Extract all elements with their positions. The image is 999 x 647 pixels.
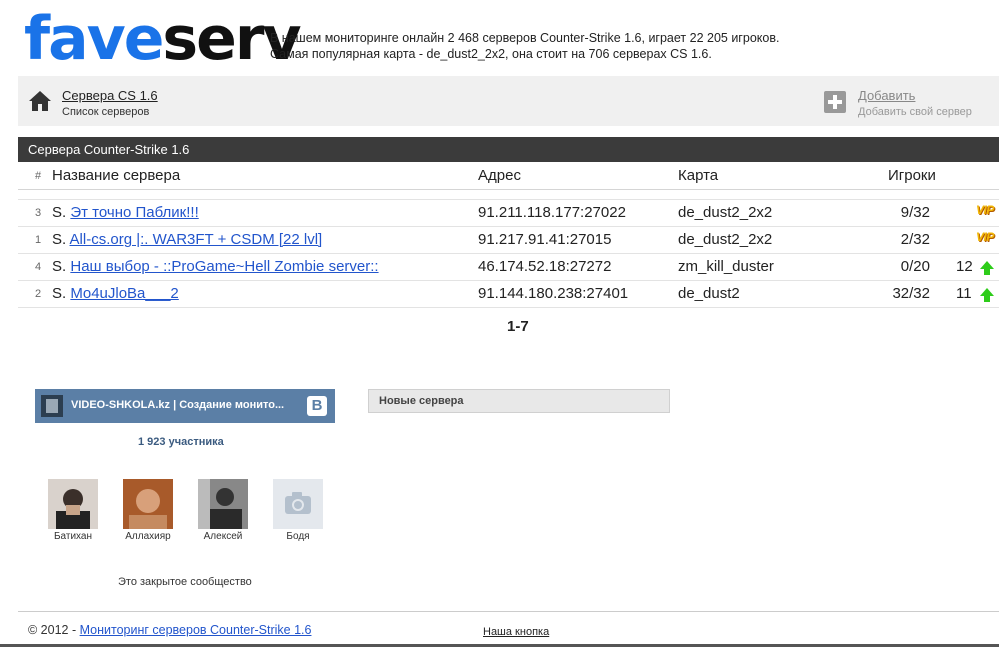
vk-logo-icon[interactable]: В — [307, 396, 327, 416]
server-name: S. All-cs.org |:. WAR3FT + CSDM [22 lvl] — [52, 231, 322, 248]
vk-widget-header[interactable]: VIDEO-SHKOLA.kz | Создание монито... В — [35, 389, 335, 423]
breadcrumb-bar: Сервера CS 1.6 Список серверов Добавить … — [18, 76, 999, 126]
avatar-name[interactable]: Батихан — [38, 531, 108, 542]
vk-group-name[interactable]: VIDEO-SHKOLA.kz | Создание монито... — [71, 399, 284, 411]
new-servers-title: Новые сервера — [379, 395, 464, 407]
table-header: # Название сервера Адрес Карта Игроки — [18, 163, 999, 190]
server-link[interactable]: Эт точно Паблик!!! — [70, 204, 198, 221]
server-address: 91.217.91.41:27015 — [478, 231, 612, 248]
add-server-link[interactable]: Добавить — [858, 88, 915, 103]
section-header: Сервера Counter-Strike 1.6 — [18, 137, 999, 162]
server-prefix: S. — [52, 258, 67, 275]
logo-fave: fave — [24, 4, 164, 74]
group-thumbnail — [41, 395, 63, 417]
add-server-block: Добавить Добавить свой сервер — [858, 87, 972, 118]
col-num: # — [35, 170, 42, 182]
row-num: 1 — [35, 234, 42, 246]
server-prefix: S. — [52, 204, 67, 221]
vip-badge: VIP — [976, 230, 994, 244]
breadcrumb-link-cs16[interactable]: Сервера CS 1.6 — [62, 88, 158, 103]
stats-summary: В нашем мониторинге онлайн 2 468 серверо… — [270, 30, 779, 62]
server-link[interactable]: Наш выбор - ::ProGame~Hell Zombie server… — [70, 258, 378, 275]
table-row: 3 S. Эт точно Паблик!!! 91.211.118.177:2… — [18, 199, 999, 226]
avatar[interactable] — [198, 479, 248, 529]
camera-icon[interactable] — [273, 479, 323, 529]
rank-change: 11 — [956, 285, 972, 302]
footer-divider — [18, 611, 999, 612]
section-title: Сервера Counter-Strike 1.6 — [28, 142, 190, 157]
server-players: 2/32 — [900, 231, 930, 248]
server-players: 9/32 — [900, 204, 930, 221]
copyright-link[interactable]: Мониторинг серверов Counter-Strike 1.6 — [80, 623, 312, 637]
server-prefix: S. — [52, 231, 67, 248]
server-name: S. Эт точно Паблик!!! — [52, 204, 199, 221]
table-row: 1 S. All-cs.org |:. WAR3FT + CSDM [22 lv… — [18, 226, 999, 253]
server-name: S. Наш выбор - ::ProGame~Hell Zombie ser… — [52, 258, 379, 275]
avatar-name[interactable]: Алексей — [188, 531, 258, 542]
add-server-subtitle: Добавить свой сервер — [858, 106, 972, 118]
server-map: zm_kill_duster — [678, 258, 774, 275]
our-button-link[interactable]: Наша кнопка — [483, 626, 549, 638]
col-map[interactable]: Карта — [678, 167, 718, 184]
table-row: 4 S. Наш выбор - ::ProGame~Hell Zombie s… — [18, 253, 999, 280]
plus-icon[interactable] — [824, 91, 846, 113]
site-logo[interactable]: faveserv — [24, 4, 302, 74]
server-map: de_dust2 — [678, 285, 740, 302]
col-name[interactable]: Название сервера — [52, 167, 180, 184]
footer-copyright: © 2012 - Мониторинг серверов Counter-Str… — [28, 623, 311, 637]
server-address: 91.144.180.238:27401 — [478, 285, 629, 302]
server-map: de_dust2_2x2 — [678, 231, 773, 248]
server-address: 46.174.52.18:27272 — [478, 258, 612, 275]
server-players: 0/20 — [900, 258, 930, 275]
avatar-name[interactable]: Бодя — [263, 531, 333, 542]
server-name: S. Mo4uJloBa___2 — [52, 285, 179, 302]
server-prefix: S. — [52, 285, 67, 302]
pagination[interactable]: 1-7 — [507, 318, 529, 335]
breadcrumb-subtitle: Список серверов — [62, 106, 150, 118]
avatar-name[interactable]: Аллахияр — [113, 531, 183, 542]
new-servers-panel: Новые сервера — [368, 389, 670, 413]
breadcrumb: Сервера CS 1.6 Список серверов — [62, 87, 158, 118]
row-num: 2 — [35, 288, 42, 300]
home-icon[interactable] — [28, 89, 52, 113]
rank-change: 12 — [956, 258, 973, 275]
stats-line-1: В нашем мониторинге онлайн 2 468 серверо… — [270, 31, 780, 45]
server-address: 91.211.118.177:27022 — [478, 204, 626, 221]
server-map: de_dust2_2x2 — [678, 204, 773, 221]
server-players: 32/32 — [892, 285, 930, 302]
table-row: 2 S. Mo4uJloBa___2 91.144.180.238:27401 … — [18, 280, 999, 307]
table-bottom-border — [18, 307, 999, 308]
row-num: 4 — [35, 261, 42, 273]
col-players[interactable]: Игроки — [888, 167, 936, 184]
copyright-text: © 2012 - — [28, 623, 80, 637]
avatar[interactable] — [123, 479, 173, 529]
row-num: 3 — [35, 207, 42, 219]
avatar[interactable] — [48, 479, 98, 529]
col-address[interactable]: Адрес — [478, 167, 521, 184]
vk-members-count[interactable]: 1 923 участника — [138, 436, 224, 448]
server-link[interactable]: All-cs.org |:. WAR3FT + CSDM [22 lvl] — [70, 231, 323, 248]
vip-badge: VIP — [976, 203, 994, 217]
vk-closed-note: Это закрытое сообщество — [118, 576, 252, 588]
stats-line-2: Самая популярная карта - de_dust2_2x2, о… — [270, 47, 712, 61]
server-link[interactable]: Mo4uJloBa___2 — [70, 285, 178, 302]
